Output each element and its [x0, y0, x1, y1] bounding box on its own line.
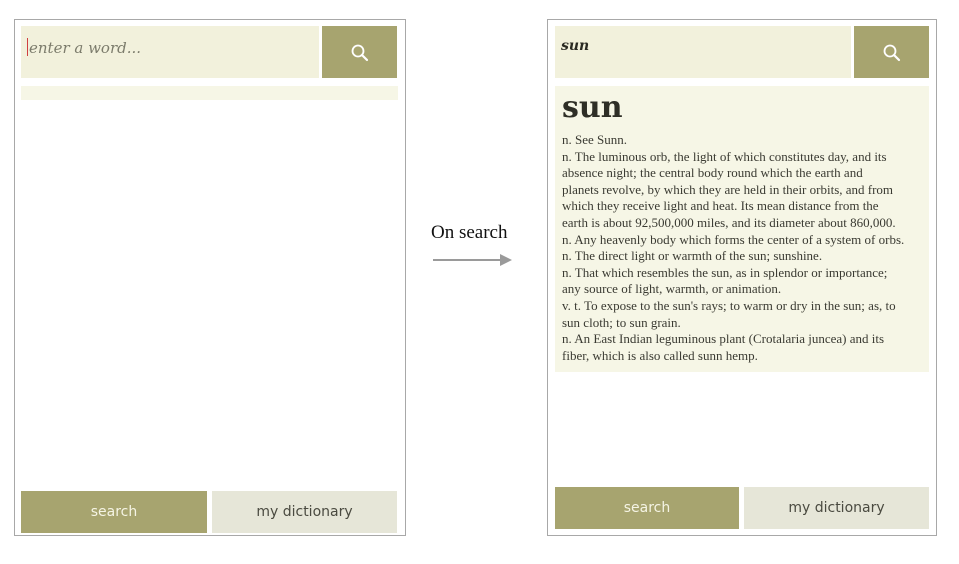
search-icon — [351, 44, 369, 62]
screen-after-search: sun sun n. See Sunn. n. The luminous orb… — [547, 19, 937, 536]
definition-line: n. Any heavenly body which forms the cen… — [562, 231, 905, 247]
definition-line: n. See Sunn. — [562, 132, 627, 147]
tab-search[interactable]: search — [555, 487, 739, 529]
search-button[interactable] — [322, 26, 397, 78]
definition-list: n. See Sunn. n. The luminous orb, the li… — [562, 132, 923, 364]
search-placeholder: enter a word... — [29, 39, 142, 57]
definition-line: sun cloth; to sun grain. — [562, 314, 681, 330]
definition-line: v. t. To expose to the sun's rays; to wa… — [562, 297, 896, 313]
empty-results-area — [21, 86, 398, 100]
search-query: sun — [561, 38, 590, 54]
definition-line: which they receive light and heat. Its m… — [562, 198, 879, 214]
definition-line: absence night; the central body round wh… — [562, 165, 863, 181]
definition-line: n. The direct light or warmth of the sun… — [562, 248, 823, 264]
search-input[interactable]: sun — [555, 26, 851, 78]
screen-before-search: enter a word... search my dictionary — [14, 19, 406, 536]
definition-line: n. An East Indian leguminous plant (Crot… — [562, 331, 885, 347]
definition-line: planets revolve, by which they are held … — [562, 181, 894, 197]
tab-search[interactable]: search — [21, 491, 207, 533]
definition-line: n. The luminous orb, the light of which … — [562, 148, 887, 164]
tab-my-dictionary[interactable]: my dictionary — [212, 491, 397, 533]
definition-line: fiber, which is also called sunn hemp. — [562, 347, 758, 363]
definition-line: any source of light, warmth, or animatio… — [562, 281, 782, 297]
arrow-right-icon — [433, 254, 512, 266]
text-caret — [27, 38, 28, 56]
transition-label: On search — [431, 222, 508, 243]
definition-line: n. That which resembles the sun, as in s… — [562, 264, 888, 280]
search-button[interactable] — [854, 26, 929, 78]
definition-panel: sun n. See Sunn. n. The luminous orb, th… — [555, 86, 929, 372]
search-icon — [883, 44, 901, 62]
search-input[interactable]: enter a word... — [21, 26, 319, 78]
tab-my-dictionary[interactable]: my dictionary — [744, 487, 929, 529]
definition-line: earth is about 92,500,000 miles, and its… — [562, 214, 896, 230]
headword: sun — [562, 90, 623, 125]
